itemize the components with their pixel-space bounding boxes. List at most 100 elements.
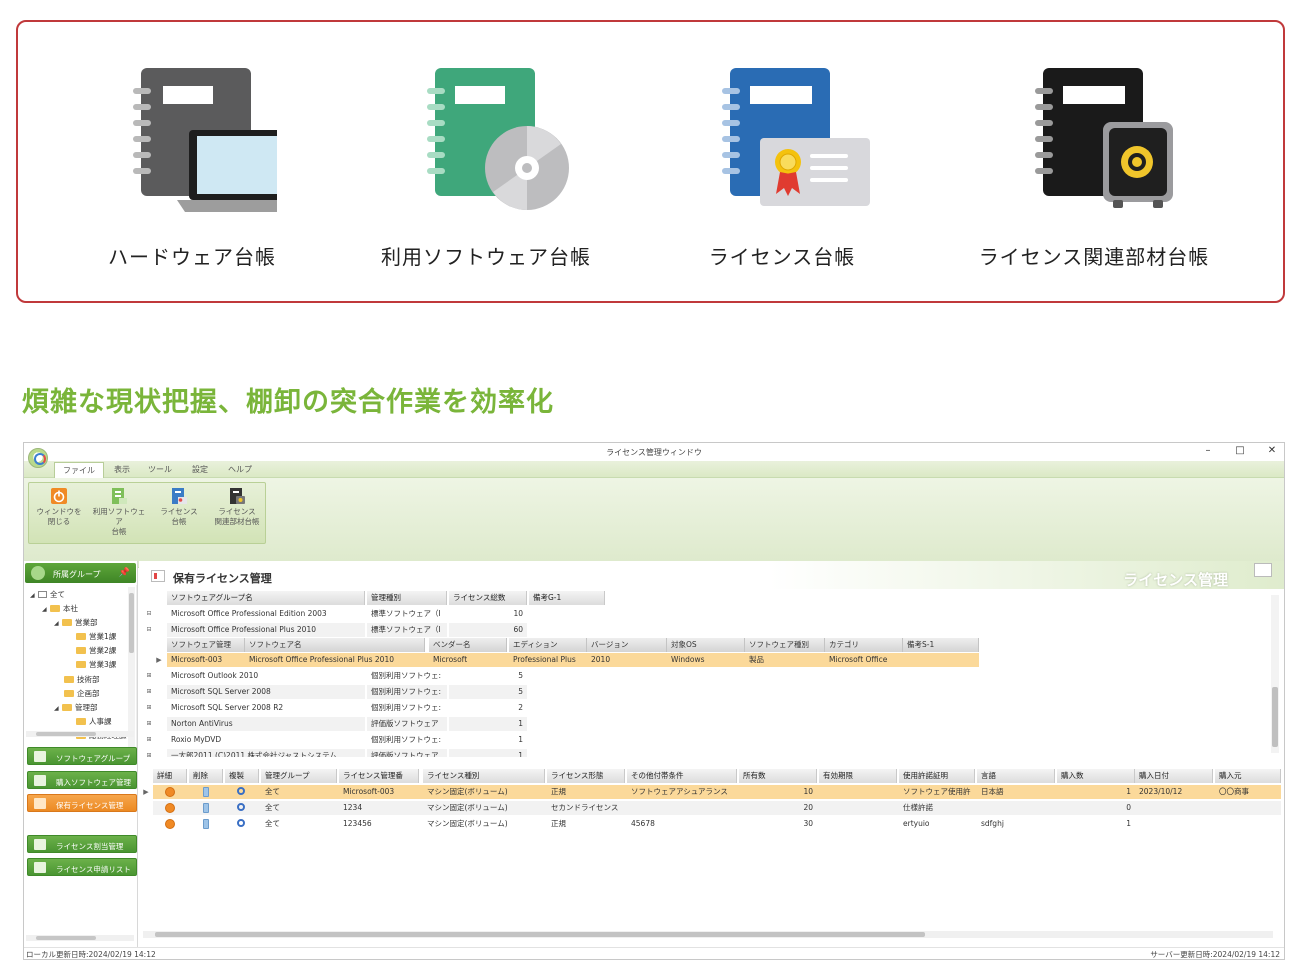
sub-cell[interactable]: 2010 — [587, 653, 667, 667]
cell[interactable] — [819, 801, 897, 815]
cell[interactable]: 正規 — [547, 817, 625, 831]
total-cell[interactable]: 1 — [449, 717, 527, 731]
column-header[interactable]: 言語 — [977, 769, 1055, 783]
sub-cell[interactable]: Microsoft Office — [825, 653, 903, 667]
nav-horizontal-scrollbar[interactable] — [26, 935, 134, 941]
type-cell[interactable]: 個別利用ソフトウェ: — [367, 733, 447, 747]
type-cell[interactable]: 個別利用ソフトウェ: — [367, 685, 447, 699]
menu-view[interactable]: 表示 — [114, 464, 130, 475]
trash-icon[interactable] — [203, 819, 209, 829]
cell[interactable] — [1135, 817, 1213, 831]
total-cell[interactable]: 1 — [449, 749, 527, 757]
tree-node[interactable]: ◢ 営業部 — [54, 617, 98, 629]
total-cell[interactable]: 5 — [449, 685, 527, 699]
sub-column-header[interactable]: バージョン — [587, 638, 667, 652]
column-header[interactable]: ライセンス種別 — [423, 769, 545, 783]
group-name-cell[interactable]: Microsoft Outlook 2010 — [167, 669, 365, 683]
column-header[interactable]: 購入日付 — [1135, 769, 1213, 783]
type-cell[interactable]: 評価版ソフトウェア — [367, 717, 447, 731]
expand-row-icon[interactable]: ⊟ — [139, 623, 159, 637]
expand-row-icon[interactable]: ⊞ — [139, 685, 159, 699]
type-cell[interactable]: 個別利用ソフトウェ: — [367, 701, 447, 715]
group-name-cell[interactable]: 一太郎2011 (C)2011 株式会社ジャストシステム — [167, 749, 365, 757]
group-name-cell[interactable]: Microsoft SQL Server 2008 R2 — [167, 701, 365, 715]
type-cell[interactable]: 標準ソフトウェア（I — [367, 607, 447, 621]
column-header[interactable]: 所有数 — [739, 769, 817, 783]
tree-node[interactable]: ◢ 全て — [30, 589, 65, 601]
expand-row-icon[interactable]: ⊞ — [139, 749, 159, 757]
cell[interactable]: sdfghj — [977, 817, 1055, 831]
nav-owned-license[interactable]: 保有ライセンス管理 — [27, 794, 137, 812]
sub-cell[interactable] — [903, 653, 979, 667]
cell[interactable]: 1 — [1057, 817, 1135, 831]
group-name-cell[interactable]: Norton AntiVirus — [167, 717, 365, 731]
cell[interactable]: マシン固定(ボリューム) — [423, 785, 545, 799]
total-cell[interactable]: 2 — [449, 701, 527, 715]
column-header[interactable]: 使用許諾証明 — [899, 769, 975, 783]
sub-cell[interactable]: 製品 — [745, 653, 825, 667]
menu-tools[interactable]: ツール — [148, 464, 172, 475]
pin-icon[interactable]: 📌 — [119, 568, 130, 578]
tree-node[interactable]: ◢ 本社 — [42, 603, 78, 615]
copy-icon[interactable] — [237, 819, 245, 827]
cell[interactable]: 1234 — [339, 801, 419, 815]
expand-row-icon[interactable]: ⊞ — [139, 669, 159, 683]
expand-icon[interactable]: ◢ — [54, 618, 62, 630]
expand-row-icon[interactable]: ⊞ — [139, 701, 159, 715]
nav-license-request[interactable]: ライセンス申請リスト — [27, 858, 137, 876]
total-cell[interactable]: 60 — [449, 623, 527, 637]
column-header[interactable]: ライセンス形態 — [547, 769, 625, 783]
cell[interactable]: マシン固定(ボリューム) — [423, 817, 545, 831]
column-header[interactable]: 管理グループ — [261, 769, 337, 783]
menu-settings[interactable]: 設定 — [192, 464, 208, 475]
expand-icon[interactable]: ◢ — [30, 590, 38, 602]
search-icon[interactable] — [165, 819, 175, 829]
column-header[interactable]: その他付帯条件 — [627, 769, 737, 783]
column-header[interactable]: ライセンス総数 — [449, 591, 527, 605]
close-button[interactable]: ✕ — [1266, 445, 1278, 456]
tree-node[interactable]: 営業3課 — [76, 659, 116, 671]
tree-node[interactable]: ◢ 管理部 — [54, 702, 98, 714]
sub-column-header[interactable]: ソフトウェア種別 — [745, 638, 825, 652]
group-name-cell[interactable]: Microsoft SQL Server 2008 — [167, 685, 365, 699]
cell[interactable]: 全て — [261, 817, 337, 831]
group-name-cell[interactable]: Roxio MyDVD — [167, 733, 365, 747]
group-name-cell[interactable]: Microsoft Office Professional Edition 20… — [167, 607, 365, 621]
nav-purchased-software[interactable]: 購入ソフトウェア管理 — [27, 771, 137, 789]
total-cell[interactable]: 5 — [449, 669, 527, 683]
cell[interactable]: 45678 — [627, 817, 737, 831]
tree-node[interactable]: 企画部 — [64, 688, 100, 700]
app-logo-icon[interactable] — [28, 448, 48, 468]
column-header[interactable]: 複製 — [225, 769, 259, 783]
cell[interactable]: ソフトウェアアシュアランス — [627, 785, 737, 799]
sub-cell[interactable]: Microsoft — [429, 653, 509, 667]
expand-row-icon[interactable]: ⊞ — [139, 733, 159, 747]
type-cell[interactable]: 個別利用ソフトウェ: — [367, 669, 447, 683]
expand-row-icon[interactable]: ⊞ — [139, 717, 159, 731]
trash-icon[interactable] — [203, 803, 209, 813]
search-icon[interactable] — [165, 787, 175, 797]
tree-node[interactable]: 技術部 — [64, 674, 100, 686]
grid-horizontal-scrollbar[interactable] — [143, 931, 1273, 938]
cell[interactable] — [1215, 801, 1281, 815]
cell[interactable]: 0 — [1057, 801, 1135, 815]
type-cell[interactable]: 評価版ソフトウェア — [367, 749, 447, 757]
close-window-button[interactable]: ウィンドウを 閉じる — [31, 487, 87, 527]
column-header[interactable]: 有効期限 — [819, 769, 897, 783]
sub-column-header[interactable]: ベンダー名 — [429, 638, 507, 652]
menu-file[interactable]: ファイル — [54, 462, 104, 478]
cell[interactable]: 30 — [739, 817, 817, 831]
maximize-button[interactable]: □ — [1234, 445, 1246, 456]
cell[interactable]: 123456 — [339, 817, 419, 831]
cell[interactable]: 2023/10/12 — [1135, 785, 1213, 799]
sub-column-header[interactable]: エディション — [509, 638, 587, 652]
tree-node[interactable]: 人事課 — [76, 716, 112, 728]
copy-icon[interactable] — [237, 803, 245, 811]
column-header[interactable]: 管理種別 — [367, 591, 447, 605]
sub-column-header[interactable]: カテゴリ — [825, 638, 903, 652]
cell[interactable]: セカンドライセンス — [547, 801, 625, 815]
total-cell[interactable]: 1 — [449, 733, 527, 747]
sub-cell[interactable]: Microsoft Office Professional Plus 2010 — [245, 653, 429, 667]
tree-horizontal-scrollbar[interactable] — [26, 731, 134, 737]
expand-row-icon[interactable]: ⊟ — [139, 607, 159, 621]
